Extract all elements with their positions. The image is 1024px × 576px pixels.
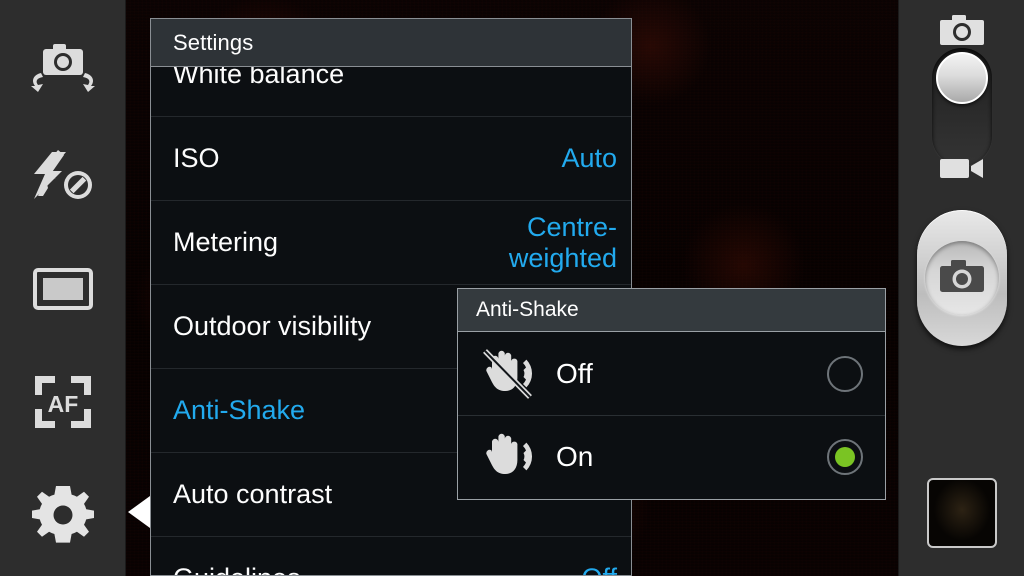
hand-shake-off-icon	[476, 347, 542, 401]
video-camera-icon	[938, 154, 986, 182]
switch-camera-button[interactable]	[0, 36, 126, 96]
settings-row-value: Centre-weighted	[508, 212, 617, 273]
anti-shake-option-label: Off	[556, 357, 593, 389]
settings-row-label: Anti-Shake	[173, 394, 306, 425]
camera-switch-icon	[27, 39, 99, 93]
exposure-button[interactable]	[0, 260, 126, 318]
svg-text:AF: AF	[48, 391, 79, 417]
collapse-panel-arrow-icon[interactable]	[128, 496, 150, 528]
anti-shake-radio-on[interactable]	[827, 439, 863, 475]
settings-row-value: Off	[581, 563, 617, 575]
flash-off-icon	[26, 147, 100, 205]
photo-mode-button[interactable]	[899, 12, 1024, 48]
photo-camera-icon	[938, 13, 986, 47]
settings-row-label: ISO	[173, 142, 220, 173]
anti-shake-radio-off[interactable]	[827, 355, 863, 392]
camera-app-screen: AF Settings White balance ISO Auto Meter…	[0, 0, 1024, 576]
settings-row-label: Outdoor visibility	[173, 310, 372, 341]
settings-row-metering[interactable]: Metering Centre-weighted	[151, 201, 631, 285]
video-mode-button[interactable]	[899, 150, 1024, 186]
anti-shake-popup-title: Anti-Shake	[476, 298, 579, 321]
radio-selected-dot	[835, 447, 855, 467]
photo-camera-icon	[938, 258, 986, 299]
anti-shake-popup-header: Anti-Shake	[458, 289, 885, 332]
anti-shake-option-label: On	[556, 441, 594, 472]
shutter-button[interactable]	[917, 210, 1007, 346]
af-focus-icon: AF	[33, 374, 93, 430]
anti-shake-option-off[interactable]: Off	[458, 332, 885, 415]
hand-shake-on-icon	[476, 430, 542, 484]
settings-row-label: Guidelines	[173, 563, 301, 575]
gallery-thumbnail[interactable]	[927, 478, 997, 548]
gear-icon	[32, 484, 94, 546]
settings-row-label: Metering	[173, 226, 279, 257]
settings-panel-title: Settings	[173, 29, 254, 55]
settings-button[interactable]	[0, 484, 126, 546]
anti-shake-popup[interactable]: Anti-Shake Off On	[457, 288, 886, 500]
autofocus-button[interactable]: AF	[0, 372, 126, 432]
settings-row-iso[interactable]: ISO Auto	[151, 117, 631, 201]
anti-shake-option-on[interactable]: On	[458, 415, 885, 498]
settings-row-guidelines[interactable]: Guidelines Off	[151, 537, 631, 575]
settings-panel-header: Settings	[151, 19, 631, 67]
left-toolbar: AF	[0, 0, 126, 576]
settings-row-value: Auto	[561, 143, 617, 174]
shutter-button-inner[interactable]	[925, 241, 999, 315]
right-toolbar	[898, 0, 1024, 576]
settings-row-label: Auto contrast	[173, 478, 333, 509]
mode-toggle-knob[interactable]	[936, 52, 988, 104]
exposure-frame-icon	[32, 266, 94, 312]
flash-mode-button[interactable]	[0, 145, 126, 207]
camera-video-mode-toggle[interactable]	[932, 48, 992, 166]
